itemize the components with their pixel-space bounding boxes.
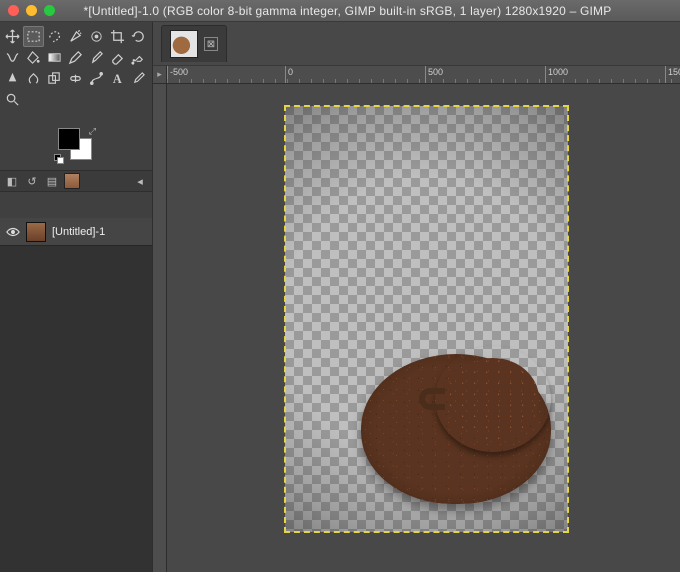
svg-text:A: A bbox=[113, 72, 122, 86]
left-panel: A ⤢ ◧ ↺ ▤ ◂ [Untitled]-1 bbox=[0, 22, 153, 572]
pencil-tool-icon[interactable] bbox=[65, 47, 86, 68]
ruler-label: 1000 bbox=[548, 67, 568, 77]
tool-options-tab-icon[interactable]: ◧ bbox=[4, 174, 20, 188]
dock-tabs: ◧ ↺ ▤ ◂ bbox=[0, 170, 152, 192]
ruler-label: 1500 bbox=[668, 67, 680, 77]
horizontal-ruler[interactable]: -500 0 500 1000 1500 bbox=[167, 66, 680, 84]
undo-history-tab-icon[interactable]: ↺ bbox=[24, 174, 40, 188]
window-title: *[Untitled]-1.0 (RGB color 8-bit gamma i… bbox=[55, 4, 680, 18]
canvas[interactable] bbox=[285, 106, 568, 532]
ink-tool-icon[interactable] bbox=[2, 68, 23, 89]
ruler-label: 0 bbox=[288, 67, 293, 77]
gradient-tool-icon[interactable] bbox=[44, 47, 65, 68]
ruler-label: -500 bbox=[170, 67, 188, 77]
warp-tool-icon[interactable] bbox=[2, 47, 23, 68]
text-tool-icon[interactable]: A bbox=[107, 68, 128, 89]
image-tab-bar: ⊠ bbox=[153, 22, 680, 66]
default-colors-icon[interactable] bbox=[54, 154, 64, 164]
canvas-viewport[interactable] bbox=[167, 84, 680, 572]
image-tab[interactable]: ⊠ bbox=[161, 25, 227, 62]
titlebar: *[Untitled]-1.0 (RGB color 8-bit gamma i… bbox=[0, 0, 680, 22]
window-controls bbox=[8, 5, 55, 16]
rect-select-tool-icon[interactable] bbox=[23, 26, 44, 47]
layers-panel: [Untitled]-1 bbox=[0, 218, 152, 572]
free-select-tool-icon[interactable] bbox=[44, 26, 65, 47]
tab-thumbnail bbox=[170, 30, 198, 58]
layer-row[interactable]: [Untitled]-1 bbox=[0, 218, 152, 246]
rotate-tool-icon[interactable] bbox=[128, 26, 149, 47]
image-content-cup bbox=[435, 346, 551, 452]
image-window: ⊠ ▸ -500 0 500 1000 1500 bbox=[153, 22, 680, 572]
move-tool-icon[interactable] bbox=[2, 26, 23, 47]
eraser-tool-icon[interactable] bbox=[107, 47, 128, 68]
bucket-fill-tool-icon[interactable] bbox=[23, 47, 44, 68]
color-select-tool-icon[interactable] bbox=[86, 26, 107, 47]
channels-tab-icon[interactable]: ▤ bbox=[44, 174, 60, 188]
layer-thumbnail bbox=[26, 222, 46, 242]
brush-preview-icon[interactable] bbox=[64, 174, 80, 188]
crop-tool-icon[interactable] bbox=[107, 26, 128, 47]
minimize-icon[interactable] bbox=[26, 5, 37, 16]
swap-colors-icon[interactable]: ⤢ bbox=[89, 126, 96, 137]
fuzzy-select-tool-icon[interactable] bbox=[65, 26, 86, 47]
zoom-tool-icon[interactable] bbox=[2, 89, 23, 110]
airbrush-tool-icon[interactable] bbox=[128, 47, 149, 68]
close-icon[interactable] bbox=[8, 5, 19, 16]
clone-tool-icon[interactable] bbox=[44, 68, 65, 89]
close-tab-icon[interactable]: ⊠ bbox=[204, 37, 218, 51]
path-tool-icon[interactable] bbox=[86, 68, 107, 89]
dock-menu-icon[interactable]: ◂ bbox=[132, 174, 148, 188]
heal-tool-icon[interactable] bbox=[65, 68, 86, 89]
toolbox: A bbox=[0, 22, 152, 116]
ruler-label: 500 bbox=[428, 67, 443, 77]
color-picker-tool-icon[interactable] bbox=[128, 68, 149, 89]
color-selector[interactable]: ⤢ bbox=[54, 126, 98, 164]
paintbrush-tool-icon[interactable] bbox=[86, 47, 107, 68]
eye-icon[interactable] bbox=[6, 225, 20, 239]
foreground-color-swatch[interactable] bbox=[58, 128, 80, 150]
smudge-tool-icon[interactable] bbox=[23, 68, 44, 89]
zoom-icon[interactable] bbox=[44, 5, 55, 16]
ruler-origin[interactable]: ▸ bbox=[153, 66, 167, 84]
vertical-ruler[interactable] bbox=[153, 84, 167, 572]
layer-name[interactable]: [Untitled]-1 bbox=[52, 226, 105, 238]
